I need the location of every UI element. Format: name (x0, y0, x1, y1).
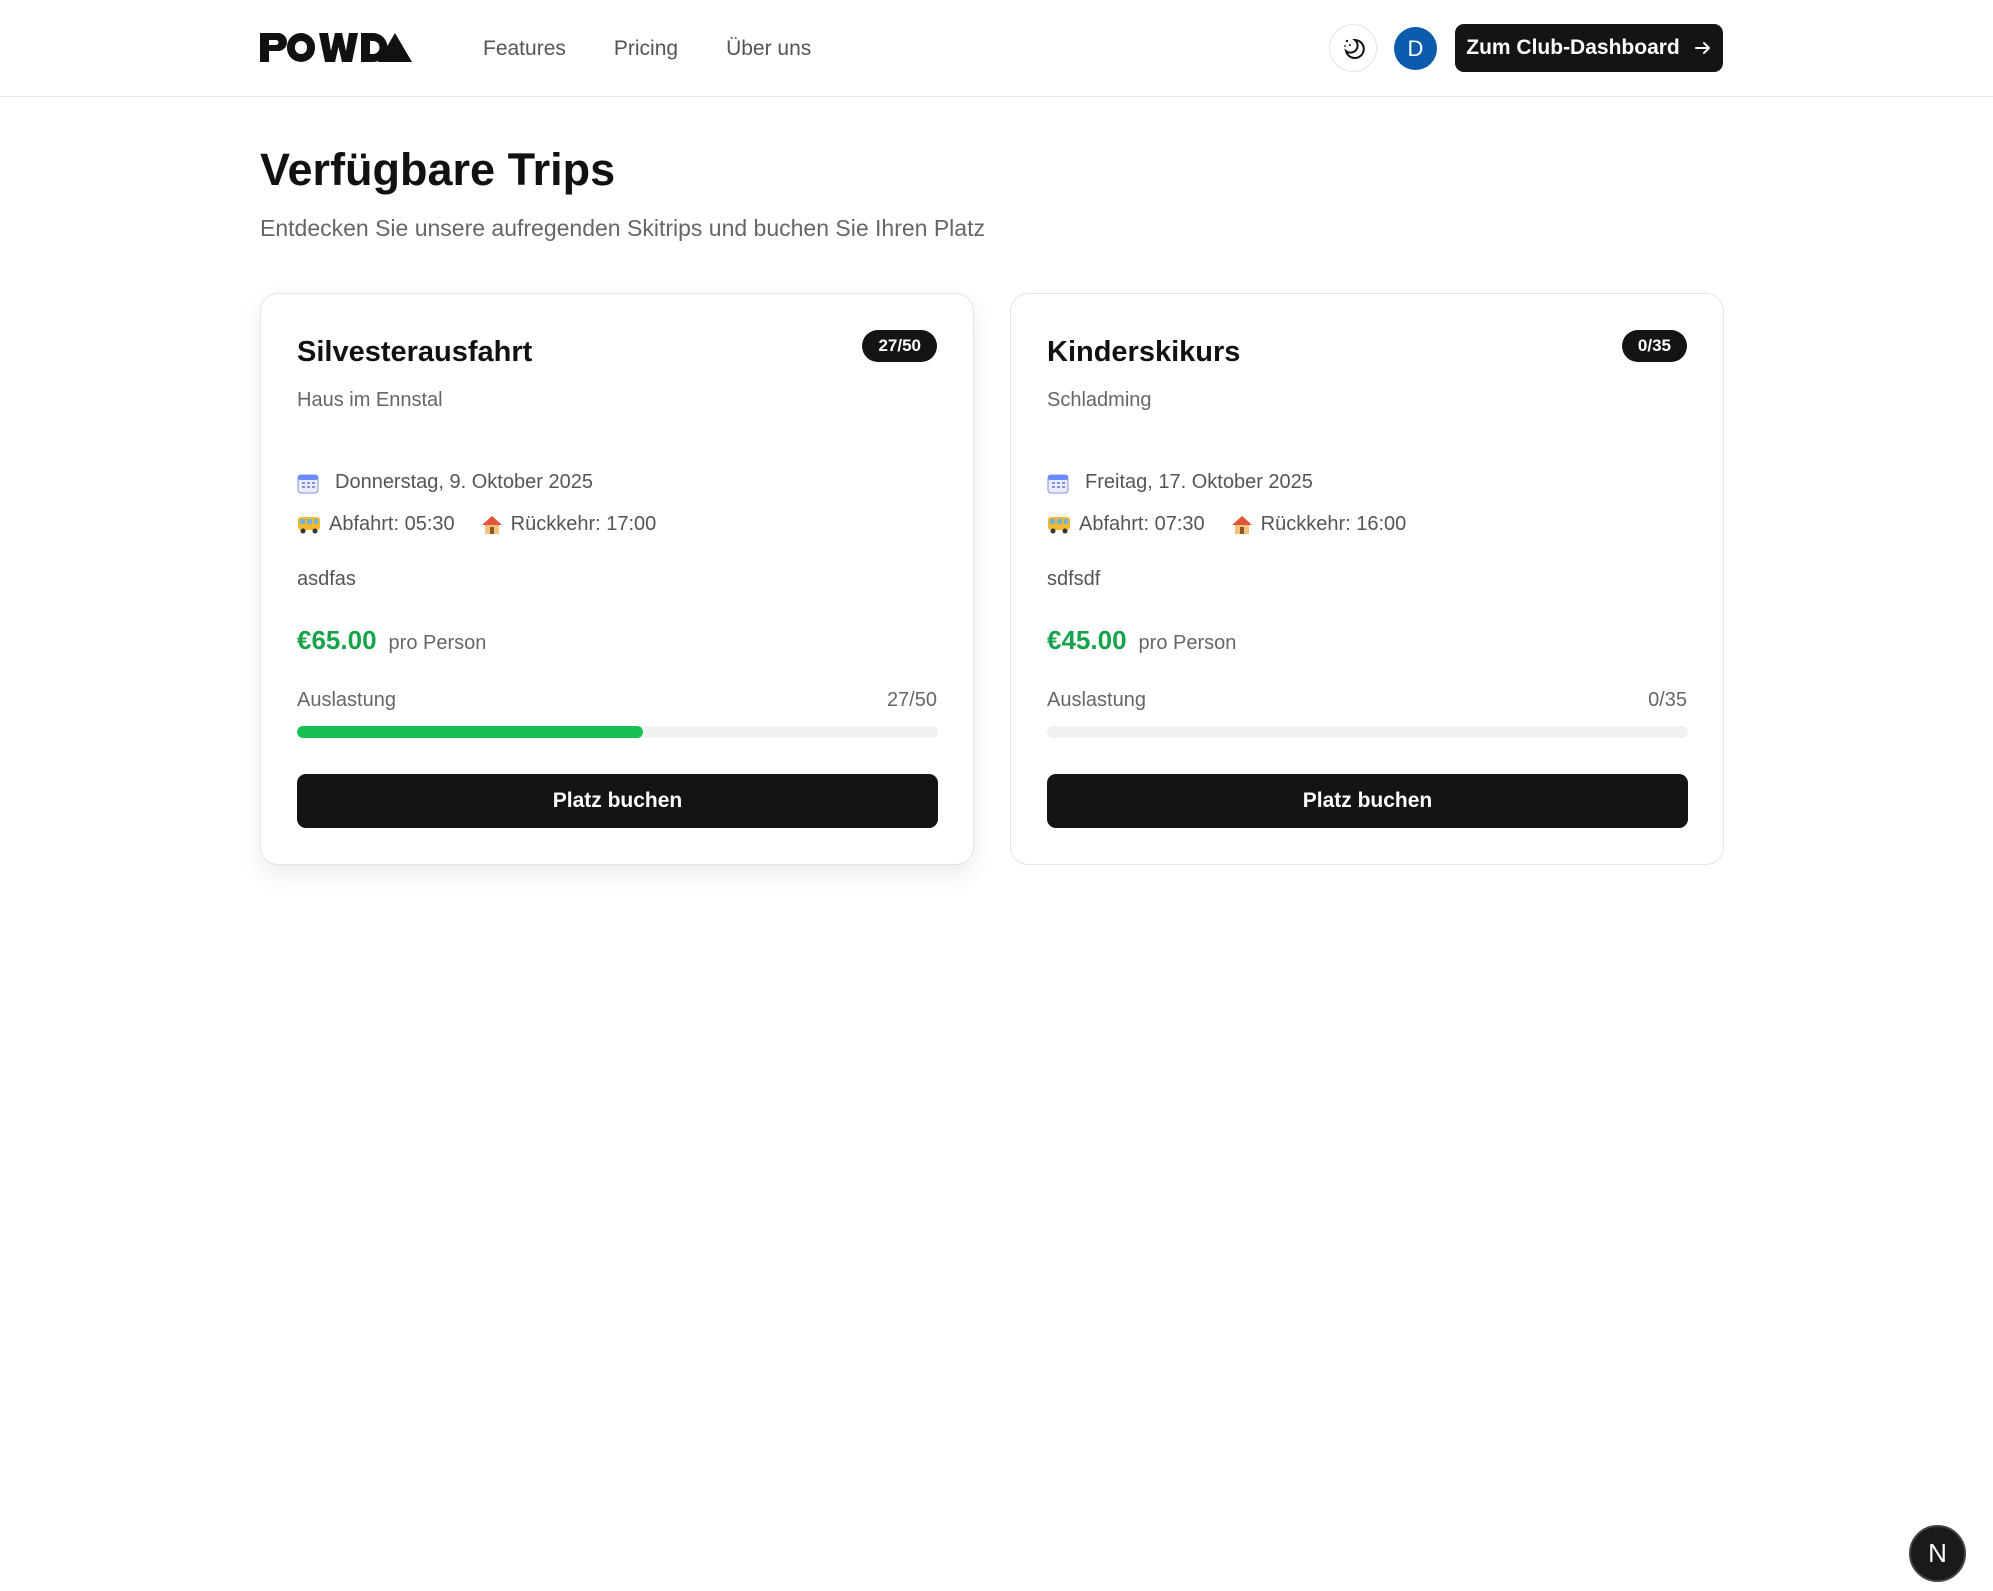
calendar-icon (1047, 472, 1069, 494)
nextjs-dev-badge[interactable]: N (1909, 1525, 1966, 1582)
price-unit: pro Person (1138, 632, 1237, 654)
trip-date-row: Freitag, 17. Oktober 2025 (1047, 471, 1313, 494)
bus-icon (1047, 515, 1071, 535)
book-seat-button[interactable]: Platz buchen (1047, 774, 1688, 828)
occupancy-progress-bar (1047, 726, 1688, 738)
return-time: Rückkehr: 16:00 (1260, 513, 1407, 535)
capacity-badge: 27/50 (862, 330, 937, 362)
nav-features[interactable]: Features (483, 37, 566, 61)
theme-toggle-button[interactable] (1329, 24, 1377, 72)
price-row: €45.00 pro Person (1047, 625, 1236, 656)
trip-times-row: Abfahrt: 05:30 Rückkehr: 17:00 (297, 513, 656, 536)
price-row: €65.00 pro Person (297, 625, 486, 656)
calendar-icon (297, 472, 319, 494)
trip-card: Kinderskikurs 0/35 Schladming Freitag, 1… (1010, 293, 1724, 865)
trip-date: Freitag, 17. Oktober 2025 (1085, 471, 1313, 493)
user-avatar[interactable]: D (1394, 27, 1437, 70)
trip-location: Schladming (1047, 389, 1152, 411)
house-icon (1231, 514, 1253, 536)
occupancy-label: Auslastung (297, 689, 396, 711)
main-nav: Features Pricing Über uns (483, 0, 811, 97)
top-navbar: Features Pricing Über uns D Zum Club-Das… (0, 0, 1993, 97)
trip-description: asdfas (297, 568, 356, 590)
trip-date-row: Donnerstag, 9. Oktober 2025 (297, 471, 593, 494)
arrow-right-icon (1694, 39, 1712, 57)
trip-title: Silvesterausfahrt (297, 336, 533, 368)
nav-ueber-uns[interactable]: Über uns (726, 37, 811, 61)
trip-location: Haus im Ennstal (297, 389, 443, 411)
nav-pricing[interactable]: Pricing (614, 37, 678, 61)
occupancy-progress-fill (297, 726, 644, 738)
occupancy-value: 27/50 (886, 689, 937, 711)
house-icon (481, 514, 503, 536)
trip-date: Donnerstag, 9. Oktober 2025 (335, 471, 593, 493)
trip-times-row: Abfahrt: 07:30 Rückkehr: 16:00 (1047, 513, 1406, 536)
club-dashboard-label: Zum Club-Dashboard (1466, 36, 1680, 59)
occupancy-progress-bar (297, 726, 938, 738)
trip-description: sdfsdf (1047, 568, 1101, 590)
page-title: Verfügbare Trips (260, 144, 616, 195)
capacity-badge: 0/35 (1621, 330, 1687, 362)
bus-icon (297, 515, 321, 535)
book-seat-button[interactable]: Platz buchen (297, 774, 938, 828)
trip-title: Kinderskikurs (1047, 336, 1241, 368)
price-unit: pro Person (388, 632, 487, 654)
powda-logo[interactable] (260, 33, 412, 62)
departure-time: Abfahrt: 05:30 (329, 513, 455, 535)
moon-icon (1341, 36, 1365, 60)
trip-price: €65.00 (297, 625, 377, 655)
page-subtitle: Entdecken Sie unsere aufregenden Skitrip… (260, 215, 985, 241)
trip-price: €45.00 (1047, 625, 1127, 655)
return-time: Rückkehr: 17:00 (510, 513, 657, 535)
occupancy-label: Auslastung (1047, 689, 1146, 711)
occupancy-value: 0/35 (1648, 689, 1687, 711)
departure-time: Abfahrt: 07:30 (1079, 513, 1205, 535)
trip-card: Silvesterausfahrt 27/50 Haus im Ennstal … (260, 293, 974, 865)
club-dashboard-button[interactable]: Zum Club-Dashboard (1455, 24, 1723, 72)
